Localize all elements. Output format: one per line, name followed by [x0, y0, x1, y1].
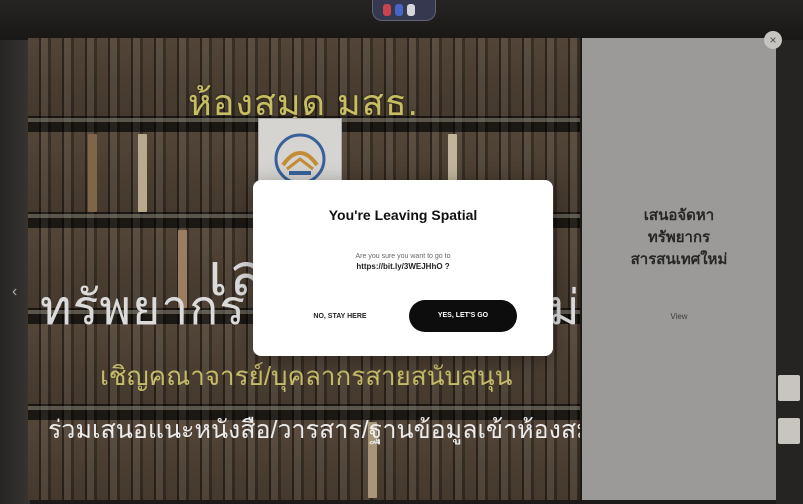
- stay-button[interactable]: NO, STAY HERE: [295, 302, 385, 332]
- dialog-url: https://bit.ly/3WEJHhO ?: [356, 262, 450, 271]
- go-button[interactable]: YES, LET'S GO: [409, 300, 517, 332]
- leave-dialog: You're Leaving Spatial Are you sure you …: [253, 180, 553, 356]
- dialog-title: You're Leaving Spatial: [328, 207, 478, 223]
- dialog-question: Are you sure you want to go to: [355, 253, 451, 260]
